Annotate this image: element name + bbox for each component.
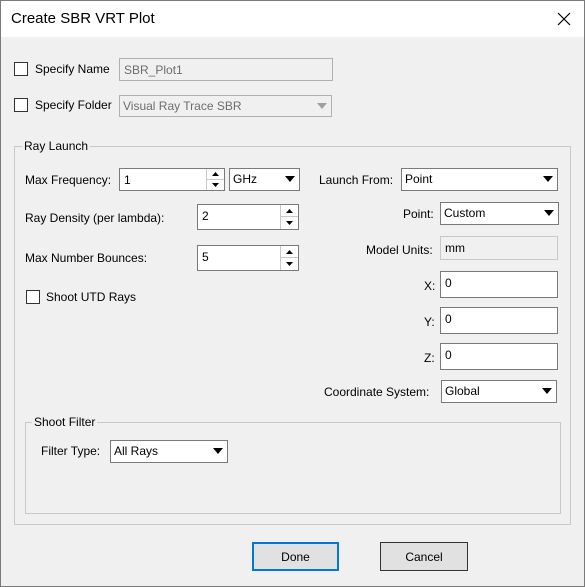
ray-density-spinner[interactable]	[280, 205, 298, 229]
y-label: Y:	[424, 315, 435, 329]
model-units-label: Model Units:	[366, 243, 433, 257]
point-select[interactable]: Custom	[440, 202, 559, 225]
model-units-value: mm	[440, 236, 558, 260]
specify-name-label: Specify Name	[35, 62, 110, 76]
spin-up-icon[interactable]	[281, 246, 298, 258]
coordinate-system-value: Global	[445, 384, 480, 398]
specify-folder-label: Specify Folder	[35, 98, 112, 112]
max-bounces-label: Max Number Bounces:	[25, 251, 148, 265]
folder-select[interactable]: Visual Ray Trace SBR	[119, 95, 332, 117]
chevron-down-icon[interactable]	[313, 96, 331, 116]
ray-launch-title: Ray Launch	[22, 139, 91, 153]
x-label: X:	[424, 279, 436, 293]
max-frequency-input[interactable]: 1	[119, 168, 225, 191]
spin-up-icon[interactable]	[207, 169, 224, 180]
max-frequency-spinner[interactable]	[206, 169, 224, 190]
chevron-down-icon[interactable]	[538, 381, 556, 401]
spin-down-icon[interactable]	[281, 217, 298, 229]
folder-select-value: Visual Ray Trace SBR	[123, 99, 242, 113]
done-button[interactable]: Done	[252, 542, 339, 571]
specify-folder-checkbox[interactable]	[14, 98, 28, 112]
ray-density-label: Ray Density (per lambda):	[25, 211, 165, 225]
max-bounces-spinner[interactable]	[280, 246, 298, 270]
max-bounces-value: 5	[202, 250, 209, 264]
launch-from-value: Point	[405, 172, 433, 186]
shoot-utd-checkbox[interactable]	[26, 290, 40, 304]
chevron-down-icon[interactable]	[209, 441, 227, 461]
launch-from-select[interactable]: Point	[401, 168, 558, 191]
shoot-filter-group	[25, 422, 561, 514]
chevron-down-icon[interactable]	[540, 203, 558, 223]
shoot-utd-label: Shoot UTD Rays	[46, 290, 137, 304]
point-label: Point:	[403, 207, 434, 221]
chevron-down-icon[interactable]	[539, 169, 557, 189]
point-value: Custom	[444, 206, 486, 220]
title-bar: Create SBR VRT Plot	[1, 1, 584, 37]
z-label: Z:	[424, 351, 435, 365]
max-bounces-input[interactable]: 5	[197, 245, 299, 271]
z-input[interactable]: 0	[440, 343, 558, 370]
x-input[interactable]: 0	[440, 271, 558, 298]
frequency-unit-select[interactable]: GHz	[229, 168, 300, 191]
filter-type-value: All Rays	[114, 444, 159, 458]
ray-density-input[interactable]: 2	[197, 204, 299, 230]
filter-type-label: Filter Type:	[41, 444, 101, 458]
max-frequency-value: 1	[124, 173, 131, 187]
spin-down-icon[interactable]	[281, 258, 298, 270]
cancel-button[interactable]: Cancel	[380, 542, 468, 571]
close-icon[interactable]	[547, 5, 581, 33]
spin-up-icon[interactable]	[281, 205, 298, 217]
specify-name-checkbox[interactable]	[14, 62, 28, 76]
coordinate-system-select[interactable]: Global	[441, 380, 557, 403]
window-title: Create SBR VRT Plot	[11, 10, 155, 27]
plot-name-field[interactable]: SBR_Plot1	[119, 58, 333, 81]
chevron-down-icon[interactable]	[281, 169, 299, 189]
coordinate-system-label: Coordinate System:	[324, 385, 430, 399]
frequency-unit-value: GHz	[233, 172, 257, 186]
y-input[interactable]: 0	[440, 307, 558, 334]
filter-type-select[interactable]: All Rays	[110, 440, 228, 463]
max-frequency-label: Max Frequency:	[25, 173, 112, 187]
ray-density-value: 2	[202, 209, 209, 223]
dialog-window: Create SBR VRT Plot Specify Name SBR_Plo…	[0, 0, 585, 587]
launch-from-label: Launch From:	[319, 173, 394, 187]
shoot-filter-title: Shoot Filter	[32, 415, 98, 429]
spin-down-icon[interactable]	[207, 180, 224, 191]
